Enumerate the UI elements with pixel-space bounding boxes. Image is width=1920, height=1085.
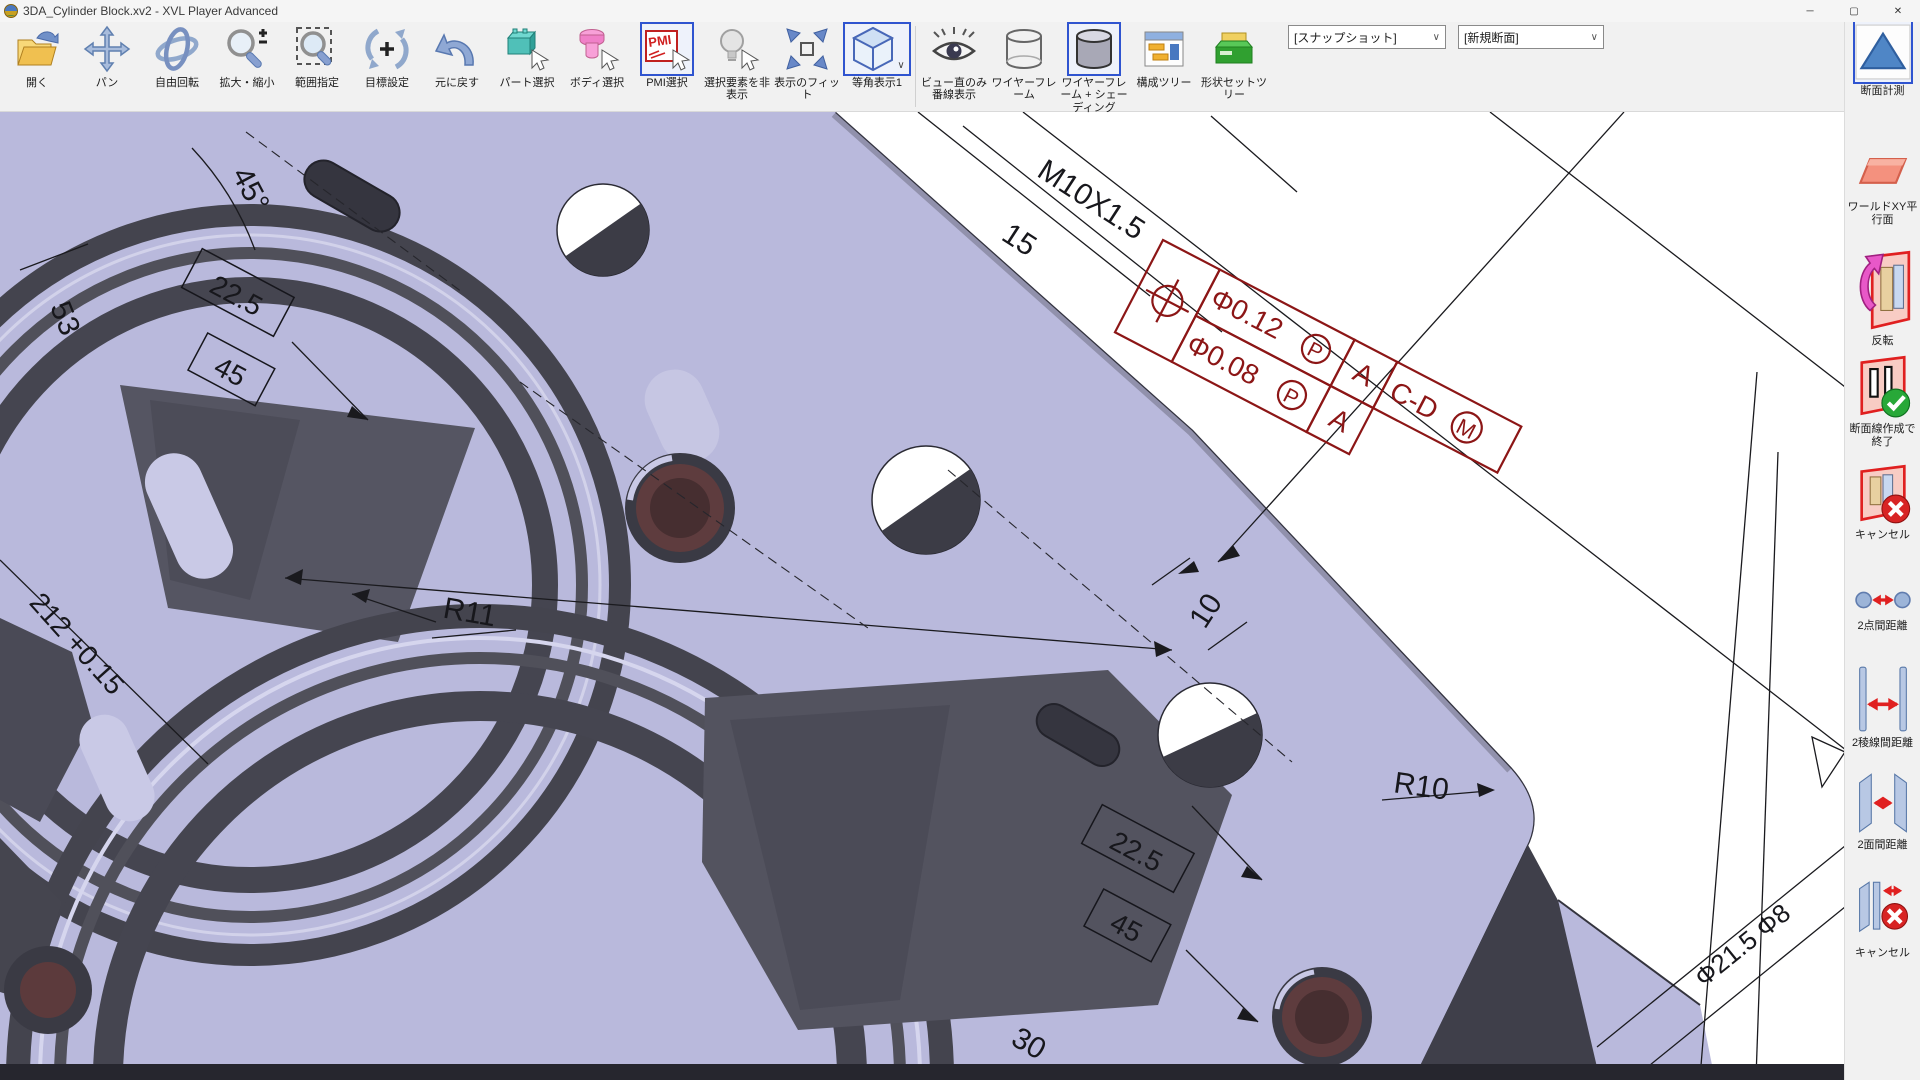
dim-depth: 15 bbox=[996, 217, 1042, 263]
sidebar-world-xy-plane[interactable]: ワールドXY平行面 bbox=[1845, 146, 1920, 226]
toolbar-separator bbox=[915, 26, 916, 107]
toolbar-select-body[interactable]: ボディ選択 bbox=[562, 22, 632, 111]
two-point-distance-icon bbox=[1855, 583, 1911, 617]
finish-section-check-icon bbox=[1855, 352, 1911, 420]
toolbar-open-file[interactable]: 開く bbox=[2, 22, 72, 111]
deep-hole bbox=[1272, 967, 1372, 1067]
sidebar-section-measure[interactable]: 断面計測 bbox=[1845, 22, 1920, 98]
magnifier-zoom-icon bbox=[223, 25, 271, 73]
toolbar-zoom[interactable]: 拡大・縮小 bbox=[212, 22, 282, 111]
sidebar-cancel-section[interactable]: キャンセル bbox=[1845, 462, 1920, 542]
block-bottom-edge bbox=[0, 1064, 1845, 1080]
sidebar-distance-2-edges[interactable]: 2稜線間距離 bbox=[1845, 664, 1920, 750]
toolbar-select-part[interactable]: パート選択 bbox=[492, 22, 562, 111]
sidebar-cancel-measure[interactable]: キャンセル bbox=[1845, 878, 1920, 960]
sidebar-distance-2-faces[interactable]: 2面間距離 bbox=[1845, 770, 1920, 852]
window-title: 3DA_Cylinder Block.xv2 - XVL Player Adva… bbox=[23, 4, 278, 18]
eye-icon bbox=[930, 25, 978, 73]
new-section-dropdown[interactable]: [新規断面]∨ bbox=[1458, 25, 1604, 49]
set-target-icon bbox=[363, 25, 411, 73]
toolbar-wireframe-shading[interactable]: ワイヤーフレーム + シェーディング bbox=[1059, 22, 1129, 111]
chevron-down-icon: ∨ bbox=[1433, 32, 1440, 43]
toolbar-select-pmi[interactable]: PMI PMI選択 bbox=[632, 22, 702, 111]
flip-plane-icon bbox=[1855, 248, 1911, 332]
3d-viewport[interactable]: Φ0.12 P A C-D M Φ0.08 P A 45° 53 22.5 45… bbox=[0, 112, 1845, 1080]
toolbar-shape-set-tree[interactable]: 形状セットツリー bbox=[1199, 22, 1269, 111]
cancel-x-icon bbox=[1855, 462, 1911, 526]
toolbar-zoom-window[interactable]: 範囲指定 bbox=[282, 22, 352, 111]
cancel-measure-icon bbox=[1855, 878, 1911, 944]
dim-thread: M10X1.5 bbox=[1032, 153, 1151, 246]
maximize-button[interactable]: ▢ bbox=[1832, 0, 1876, 22]
undo-icon bbox=[433, 25, 481, 73]
snapshot-dropdown[interactable]: [スナップショット]∨ bbox=[1288, 25, 1446, 49]
title-bar: 3DA_Cylinder Block.xv2 - XVL Player Adva… bbox=[0, 0, 1920, 22]
toolbar-wireframe[interactable]: ワイヤーフレーム bbox=[989, 22, 1059, 111]
free-rotate-icon bbox=[153, 25, 201, 73]
isometric-view-icon: ∨ bbox=[846, 25, 908, 73]
structure-tree-icon bbox=[1140, 25, 1188, 73]
svg-text:Φ0.08: Φ0.08 bbox=[1182, 328, 1264, 391]
section-measure-icon bbox=[1855, 22, 1911, 82]
toolbar-undo[interactable]: 元に戻す bbox=[422, 22, 492, 111]
toolbar-view-edges[interactable]: ビュー直のみ番線表示 bbox=[919, 22, 989, 111]
pan-icon bbox=[83, 25, 131, 73]
toolbar-structure-tree[interactable]: 構成ツリー bbox=[1129, 22, 1199, 111]
two-edge-distance-icon bbox=[1855, 664, 1911, 734]
world-xy-plane-icon bbox=[1855, 146, 1911, 198]
toolbar-free-rotate[interactable]: 自由回転 bbox=[142, 22, 212, 111]
wireframe-shading-icon bbox=[1070, 25, 1118, 73]
close-button[interactable]: ✕ bbox=[1876, 0, 1920, 22]
toolbar-set-target[interactable]: 目標設定 bbox=[352, 22, 422, 111]
deep-hole bbox=[625, 453, 735, 563]
isometric-dropdown-chevron-icon[interactable]: ∨ bbox=[897, 60, 904, 71]
toolbar-pan[interactable]: パン bbox=[72, 22, 142, 111]
wireframe-icon bbox=[1000, 25, 1048, 73]
chevron-down-icon: ∨ bbox=[1591, 32, 1598, 43]
shape-set-tree-icon bbox=[1210, 25, 1258, 73]
zoom-window-icon bbox=[293, 25, 341, 73]
svg-text:PMI: PMI bbox=[647, 32, 672, 50]
svg-text:A: A bbox=[1348, 356, 1379, 392]
dim-phi215: Φ21.5 Φ8 bbox=[1689, 898, 1796, 993]
select-pmi-icon: PMI bbox=[643, 25, 691, 73]
sidebar-finish-section-line[interactable]: 断面線作成で終了 bbox=[1845, 352, 1920, 448]
toolbar-fit-view[interactable]: 表示のフィット bbox=[772, 22, 842, 111]
svg-text:Φ0.12: Φ0.12 bbox=[1206, 282, 1288, 345]
open-file-icon bbox=[13, 25, 61, 73]
toolbar-hide-selected[interactable]: 選択要素を非表示 bbox=[702, 22, 772, 111]
two-face-distance-icon bbox=[1855, 770, 1911, 836]
fit-view-icon bbox=[783, 25, 831, 73]
toolbar-isometric-view[interactable]: ∨ 等角表示1 bbox=[842, 22, 912, 111]
minimize-button[interactable]: ─ bbox=[1788, 0, 1832, 22]
select-part-icon bbox=[503, 25, 551, 73]
hide-selected-bulb-icon bbox=[713, 25, 761, 73]
sidebar-distance-2-points[interactable]: 2点間距離 bbox=[1845, 583, 1920, 633]
main-toolbar: 開く パン 自由回転 拡大・縮小 範囲指定 目標設定 元に戻す パート選択 ボデ… bbox=[0, 22, 1920, 112]
cad-model-canvas: Φ0.12 P A C-D M Φ0.08 P A 45° 53 22.5 45… bbox=[0, 112, 1845, 1080]
section-toolbar: 断面計測 ワールドXY平行面 反転 断面線作成で終了 キャンセル 2点間距離 2… bbox=[1844, 22, 1920, 1080]
sidebar-flip[interactable]: 反転 bbox=[1845, 248, 1920, 348]
app-icon bbox=[4, 4, 18, 18]
svg-text:A: A bbox=[1324, 402, 1355, 438]
select-body-icon bbox=[573, 25, 621, 73]
